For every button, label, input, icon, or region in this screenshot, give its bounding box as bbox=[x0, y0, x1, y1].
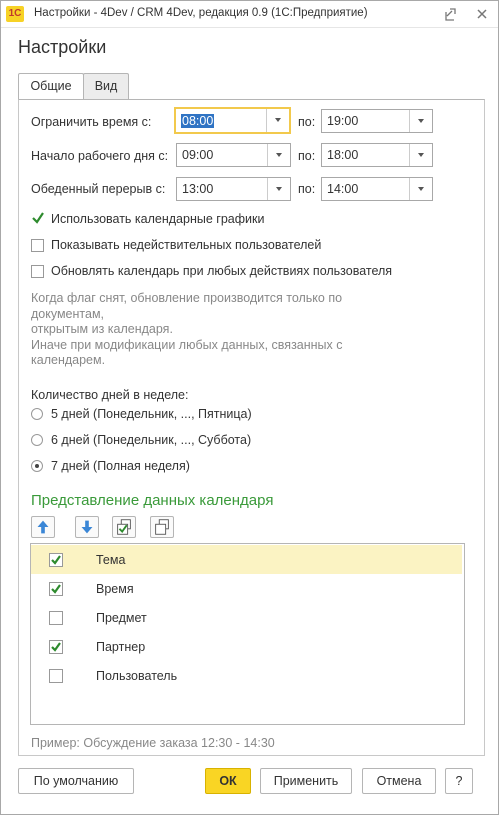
refresh-calendar-checkbox[interactable] bbox=[31, 265, 44, 278]
lunch-from-field[interactable]: 13:00 bbox=[176, 177, 291, 201]
show-inactive-users-label: Показывать недействительных пользователе… bbox=[51, 238, 322, 252]
workday-from-value: 09:00 bbox=[182, 148, 214, 162]
chevron-down-icon[interactable] bbox=[266, 109, 289, 132]
calendar-view-title: Представление данных календаря bbox=[31, 492, 274, 509]
field-checkbox[interactable] bbox=[49, 640, 63, 654]
cancel-button[interactable]: Отмена bbox=[362, 768, 436, 794]
list-item[interactable]: Время bbox=[31, 574, 462, 603]
apply-button[interactable]: Применить bbox=[260, 768, 352, 794]
close-icon[interactable] bbox=[471, 3, 493, 25]
lunch-from-value: 13:00 bbox=[182, 182, 214, 196]
use-calendar-schedules-checkbox[interactable] bbox=[31, 211, 45, 225]
app-logo-icon: 1С bbox=[6, 6, 24, 22]
use-calendar-schedules-label: Использовать календарные графики bbox=[51, 212, 265, 226]
default-button[interactable]: По умолчанию bbox=[18, 768, 134, 794]
chevron-down-icon[interactable] bbox=[409, 144, 432, 166]
settings-window: 1С Настройки - 4Dev / CRM 4Dev, редакция… bbox=[0, 0, 499, 815]
workday-from-field[interactable]: 09:00 bbox=[176, 143, 291, 167]
field-label: Время bbox=[96, 582, 134, 596]
field-label: Тема bbox=[96, 553, 126, 567]
hint-line: открытым из календаря. bbox=[31, 322, 173, 336]
field-checkbox[interactable] bbox=[49, 611, 63, 625]
chevron-down-icon[interactable] bbox=[267, 178, 290, 200]
move-up-icon[interactable] bbox=[31, 516, 55, 538]
list-item[interactable]: Предмет bbox=[31, 603, 462, 632]
move-down-icon[interactable] bbox=[75, 516, 99, 538]
workday-to-field[interactable]: 18:00 bbox=[321, 143, 433, 167]
check-all-icon[interactable] bbox=[112, 516, 136, 538]
limit-time-to-label: по: bbox=[298, 115, 316, 129]
lunch-to-label: по: bbox=[298, 182, 316, 196]
lunch-to-field[interactable]: 14:00 bbox=[321, 177, 433, 201]
chevron-down-icon[interactable] bbox=[267, 144, 290, 166]
uncheck-all-icon[interactable] bbox=[150, 516, 174, 538]
limit-time-from-field[interactable]: 08:00 bbox=[174, 107, 291, 134]
tab-general[interactable]: Общие bbox=[18, 73, 84, 100]
tab-view[interactable]: Вид bbox=[83, 73, 129, 99]
refresh-hint: Когда флаг снят, обновление производится… bbox=[31, 291, 371, 369]
lunch-to-value: 14:00 bbox=[327, 182, 359, 196]
field-checkbox[interactable] bbox=[49, 669, 63, 683]
workday-to-value: 18:00 bbox=[327, 148, 359, 162]
workday-start-label: Начало рабочего дня с: bbox=[31, 149, 169, 163]
limit-time-from-value: 08:00 bbox=[181, 114, 215, 128]
calendar-fields-list: Тема Время Предмет Партнер Пользователь bbox=[30, 543, 465, 725]
field-checkbox[interactable] bbox=[49, 553, 63, 567]
title-bar: 1С Настройки - 4Dev / CRM 4Dev, редакция… bbox=[1, 1, 498, 28]
hint-line: Иначе при модификации любых данных, связ… bbox=[31, 337, 343, 368]
limit-time-to-field[interactable]: 19:00 bbox=[321, 109, 433, 133]
week-6-days-label: 6 дней (Понедельник, ..., Суббота) bbox=[51, 433, 252, 447]
week-5-days-radio[interactable] bbox=[31, 408, 43, 420]
lunch-break-label: Обеденный перерыв с: bbox=[31, 182, 166, 196]
list-item[interactable]: Партнер bbox=[31, 632, 462, 661]
field-label: Партнер bbox=[96, 640, 146, 654]
refresh-calendar-label: Обновлять календарь при любых действиях … bbox=[51, 264, 393, 278]
week-7-days-label: 7 дней (Полная неделя) bbox=[51, 459, 190, 473]
workday-to-label: по: bbox=[298, 149, 316, 163]
chevron-down-icon[interactable] bbox=[409, 110, 432, 132]
week-5-days-label: 5 дней (Понедельник, ..., Пятница) bbox=[51, 407, 252, 421]
help-button[interactable]: ? bbox=[445, 768, 473, 794]
field-label: Пользователь bbox=[96, 669, 178, 683]
field-label: Предмет bbox=[96, 611, 147, 625]
hint-line: Когда флаг снят, обновление производится… bbox=[31, 291, 343, 321]
limit-time-to-value: 19:00 bbox=[327, 114, 359, 128]
week-6-days-radio[interactable] bbox=[31, 434, 43, 446]
days-in-week-label: Количество дней в неделе: bbox=[31, 388, 189, 402]
field-checkbox[interactable] bbox=[49, 582, 63, 596]
calendar-example-text: Пример: Обсуждение заказа 12:30 - 14:30 bbox=[31, 736, 275, 750]
limit-time-label: Ограничить время с: bbox=[31, 115, 152, 129]
show-inactive-users-checkbox[interactable] bbox=[31, 239, 44, 252]
window-title: Настройки - 4Dev / CRM 4Dev, редакция 0.… bbox=[34, 7, 368, 19]
week-7-days-radio[interactable] bbox=[31, 460, 43, 472]
page-title: Настройки bbox=[18, 37, 107, 57]
list-item[interactable]: Пользователь bbox=[31, 661, 462, 690]
chevron-down-icon[interactable] bbox=[409, 178, 432, 200]
link-icon[interactable] bbox=[441, 3, 463, 25]
list-item[interactable]: Тема bbox=[31, 545, 462, 574]
ok-button[interactable]: ОК bbox=[205, 768, 251, 794]
